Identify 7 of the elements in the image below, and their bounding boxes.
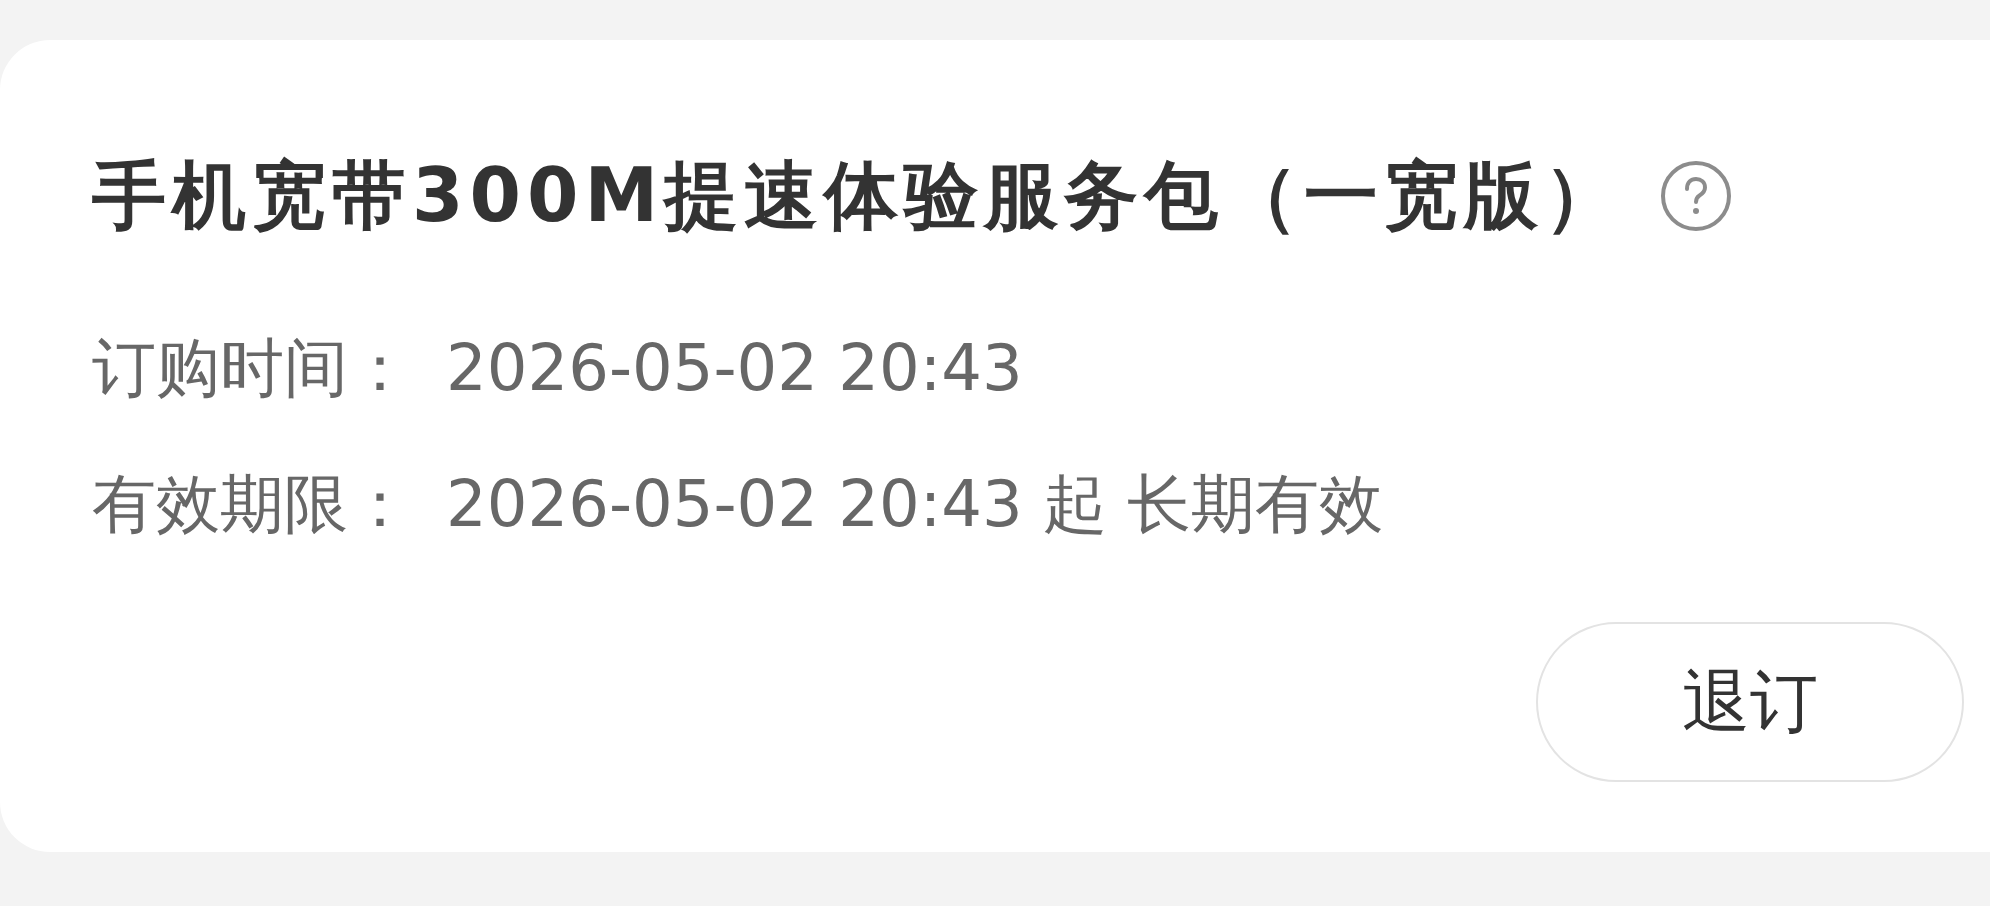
detail-label: 订购时间： — [92, 330, 412, 407]
package-title: 手机宽带300M提速体验服务包（一宽版） — [92, 151, 1625, 240]
detail-value: 2026-05-02 20:43 — [446, 330, 1023, 407]
unsubscribe-button[interactable]: 退订 — [1536, 622, 1964, 782]
detail-label: 有效期限： — [92, 466, 412, 543]
detail-value: 2026-05-02 20:43 起 长期有效 — [446, 466, 1384, 543]
question-circle-icon[interactable] — [1660, 159, 1733, 232]
